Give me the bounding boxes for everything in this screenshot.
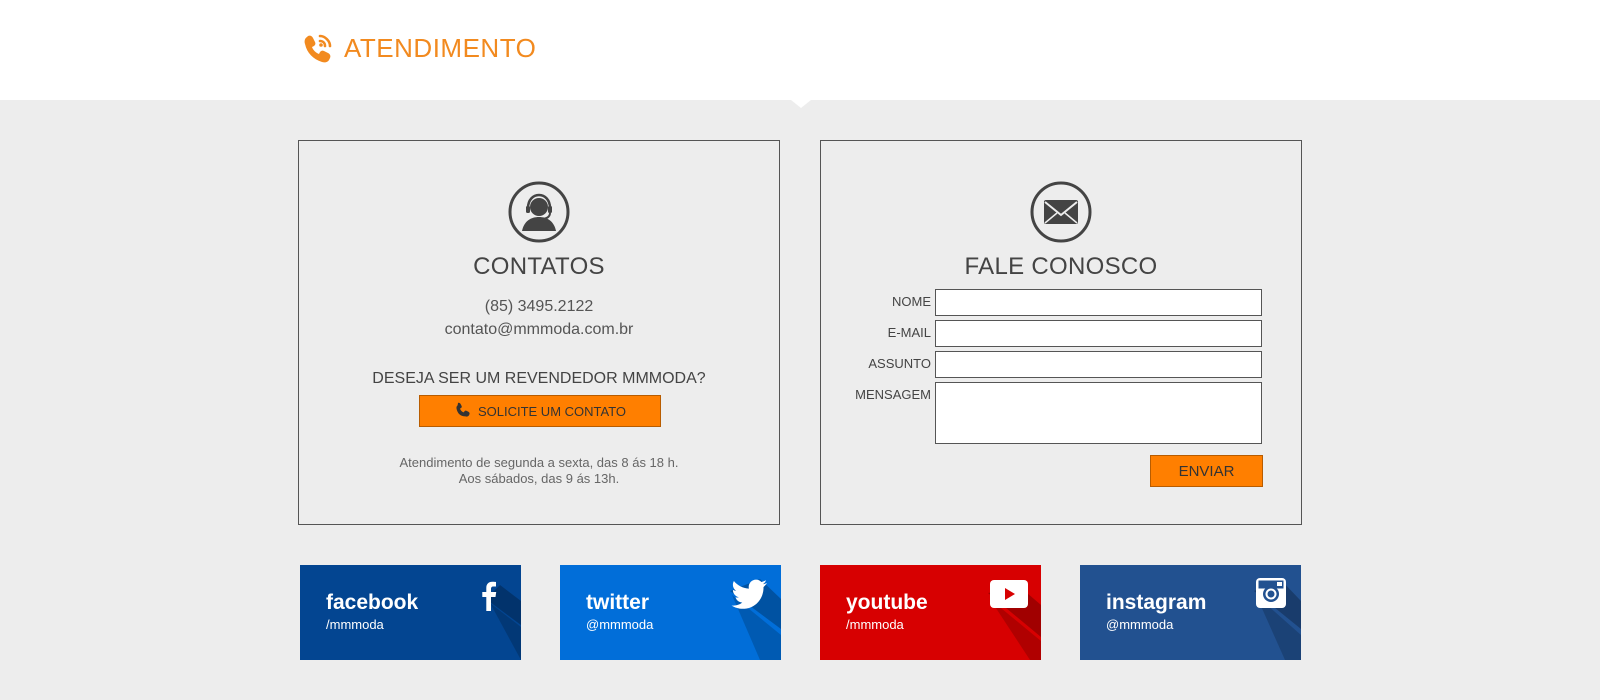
social-handle: /mmmoda: [326, 617, 384, 632]
envelope-icon: [1030, 181, 1092, 243]
email-field[interactable]: [935, 320, 1262, 347]
youtube-icon: [990, 580, 1028, 608]
header-brand: ATENDIMENTO: [300, 30, 536, 66]
phone-icon: [456, 402, 470, 417]
message-label: MENSAGEM: [855, 387, 931, 402]
social-twitter[interactable]: twitter @mmmoda: [560, 565, 781, 660]
page-title: ATENDIMENTO: [344, 32, 537, 63]
send-button[interactable]: ENVIAR: [1150, 455, 1263, 487]
social-youtube[interactable]: youtube /mmmoda: [820, 565, 1041, 660]
twitter-icon: [731, 579, 767, 609]
reseller-question: DESEJA SER UM REVENDEDOR MMMODA?: [372, 370, 706, 387]
hours-saturday: Aos sábados, das 9 ás 13h.: [458, 471, 620, 486]
contact-phone: (85) 3495.2122: [484, 298, 594, 315]
name-field[interactable]: [935, 289, 1262, 316]
social-handle: @mmmoda: [586, 617, 654, 632]
hours-weekdays: Atendimento de segunda a sexta, das 8 ás…: [399, 455, 679, 470]
header-bar: ATENDIMENTO: [0, 0, 1600, 108]
support-agent-icon: [508, 181, 570, 243]
contacts-card: CONTATOS (85) 3495.2122 contato@mmmoda.c…: [298, 140, 780, 525]
message-field[interactable]: [935, 382, 1262, 444]
social-facebook[interactable]: facebook /mmmoda: [300, 565, 521, 660]
social-handle: /mmmoda: [846, 617, 904, 632]
social-name: youtube: [846, 591, 928, 614]
name-label: NOME: [892, 294, 931, 309]
header-pointer: [791, 100, 811, 108]
request-contact-button[interactable]: SOLICITE UM CONTATO: [419, 395, 661, 427]
social-handle: @mmmoda: [1106, 617, 1174, 632]
contact-form-card: FALE CONOSCO NOME E-MAIL ASSUNTO MENSAGE…: [820, 140, 1302, 525]
contact-form-title: FALE CONOSCO: [964, 253, 1158, 280]
subject-field[interactable]: [935, 351, 1262, 378]
phone-signal-icon: [304, 34, 332, 63]
subject-label: ASSUNTO: [868, 356, 931, 371]
facebook-icon: [482, 581, 497, 611]
contact-email[interactable]: contato@mmmoda.com.br: [299, 321, 779, 339]
request-contact-label: SOLICITE UM CONTATO: [477, 403, 627, 419]
social-name: facebook: [326, 591, 419, 614]
email-label: E-MAIL: [887, 325, 931, 340]
social-name: twitter: [586, 591, 649, 614]
contacts-title: CONTATOS: [473, 253, 605, 280]
social-name: instagram: [1106, 591, 1207, 614]
instagram-icon: [1256, 578, 1286, 608]
social-instagram[interactable]: instagram @mmmoda: [1080, 565, 1301, 660]
